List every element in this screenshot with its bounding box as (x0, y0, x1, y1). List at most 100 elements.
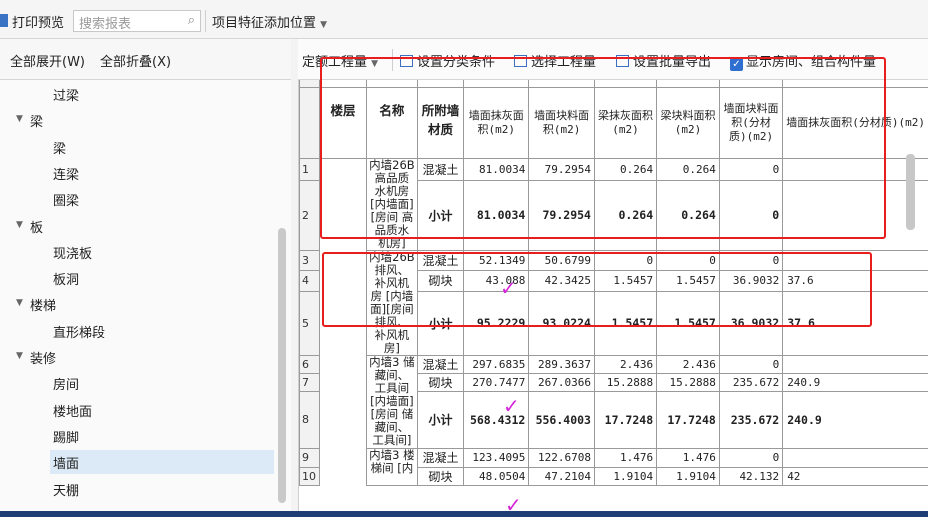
value-cell (782, 354, 928, 374)
value-cell: 240.9 (782, 372, 928, 392)
value-cell: 1.5457 (593, 270, 658, 292)
spacer-cell (463, 80, 530, 88)
table-row[interactable]: 6 内墙3 储藏间、工具间 [内墙面][房间 储藏间、工具间] 混凝土 297.683… (299, 354, 928, 449)
row-number: 5 (299, 290, 320, 356)
report-tree: 过梁 ▼ 梁梁连梁圈梁 ▼ 板现浇板板洞 ▼ 楼梯直形梯段 ▼ 装修房间楼地面踢脚墙面天棚 (0, 80, 291, 517)
tree-toolbar: 全部展开(W) 全部折叠(X) (0, 39, 291, 80)
table-row[interactable]: 9 内墙3 楼梯间 [内 混凝土 123.4095 122.6708 1.476 1.476… (299, 447, 928, 486)
wall-name-cell: 内墙26B 排风、补风机房 [内墙面][房间 排风、补风机房] (366, 249, 418, 356)
material-cell: 砌块 (416, 372, 465, 392)
value-cell: 0 (656, 249, 720, 272)
tree-item[interactable]: 圈梁 (53, 190, 79, 209)
expand-arrow-icon[interactable]: ▼ (16, 220, 23, 230)
tree-item[interactable]: 墙面 (53, 453, 79, 472)
value-cell: 79.2954 (528, 157, 595, 181)
search-placeholder: 搜索报表 (79, 17, 132, 32)
tree-item[interactable]: 房间 (53, 374, 79, 393)
tree-scrollbar[interactable] (278, 228, 286, 503)
value-cell: 52.1349 (463, 249, 530, 272)
value-cell: 289.3637 (528, 354, 595, 374)
table-row[interactable]: 3 内墙26B 排风、补风机房 [内墙面][房间 排风、补风机房] 混凝土 52.13… (299, 249, 928, 356)
quota-label: 定额工程量 (302, 55, 368, 70)
material-cell: 混凝土 (416, 354, 465, 374)
row-number: 4 (299, 270, 320, 292)
toolbar-divider (392, 49, 393, 71)
value-cell: 556.4003 (528, 390, 595, 449)
show-rooms-checkbox[interactable]: ✓ 显示房间、组合构件量 (730, 51, 876, 71)
value-cell: 0.264 (593, 179, 658, 251)
floor-cell (318, 250, 368, 355)
print-preview-icon[interactable] (0, 14, 8, 27)
taskbar (0, 511, 928, 517)
tree-item[interactable]: 楼梯 (30, 295, 56, 314)
tree-item[interactable]: 天棚 (53, 480, 79, 499)
checkmark-annotation: ✓ (500, 276, 517, 300)
tree-item[interactable]: 楼地面 (53, 401, 92, 420)
row-number: 1 (299, 157, 320, 181)
spacer-cell (416, 80, 465, 88)
spacer-cell (656, 80, 720, 88)
value-cell: 235.672 (718, 390, 784, 449)
row-number: 3 (299, 249, 320, 272)
value-cell (782, 249, 928, 272)
collapse-all-button[interactable]: 全部折叠(X) (100, 51, 171, 70)
select-quantity-label: 选择工程量 (531, 55, 597, 70)
tree-item[interactable]: 装修 (30, 348, 56, 367)
grid-scrollbar[interactable] (906, 154, 915, 230)
column-header[interactable]: 楼层 (318, 86, 368, 159)
subtotal-label: 小计 (416, 390, 465, 449)
value-cell: 17.7248 (656, 390, 720, 449)
tree-item[interactable]: 板洞 (53, 269, 79, 288)
wall-name-cell: 内墙3 楼梯间 [内 (366, 447, 418, 486)
set-category-button[interactable]: 设置分类条件 (400, 51, 495, 70)
column-header[interactable]: 梁块料面积(m2) (656, 86, 720, 159)
show-rooms-label: 显示房间、组合构件量 (746, 55, 877, 70)
top-toolbar: 打印预览 搜索报表 ⌕ 项目特征添加位置 ▼ (0, 0, 928, 39)
tree-selection (50, 450, 274, 475)
column-header[interactable]: 墙面块料面积(m2) (528, 86, 595, 159)
feature-position-dropdown[interactable]: 项目特征添加位置 ▼ (212, 12, 327, 31)
table-row[interactable]: 1 内墙26B 高品质水机房 [内墙面][房间 高品质水机房] 混凝土 81.0034… (299, 157, 928, 251)
batch-export-button[interactable]: 设置批量导出 (616, 51, 711, 70)
report-table: 楼层 名称 所附墙材质 墙面抹灰面积(m2) 墙面块料面积(m2) 梁抹灰面积(m2) 梁块… (299, 80, 928, 486)
material-cell: 混凝土 (416, 157, 465, 181)
column-header[interactable]: 墙面抹灰面积(分材质)(m2) (782, 86, 928, 159)
checkbox-checked-icon: ✓ (730, 58, 743, 71)
column-header[interactable]: 梁抹灰面积(m2) (593, 86, 658, 159)
search-icon[interactable]: ⌕ (188, 13, 195, 28)
expand-arrow-icon[interactable]: ▼ (16, 351, 23, 361)
subtotal-label: 小计 (416, 290, 465, 356)
expand-arrow-icon[interactable]: ▼ (16, 298, 23, 308)
column-header[interactable]: 墙面抹灰面积(m2) (463, 86, 530, 159)
quota-quantity-dropdown[interactable]: 定额工程量 ▼ (302, 51, 378, 70)
tree-item[interactable]: 直形梯段 (53, 322, 105, 341)
spacer-cell (593, 80, 658, 88)
column-header[interactable]: 所附墙材质 (416, 86, 465, 159)
column-header[interactable]: 墙面块料面积(分材质)(m2) (718, 86, 784, 159)
wall-name-cell: 内墙3 储藏间、工具间 [内墙面][房间 储藏间、工具间] (366, 354, 418, 449)
tree-item[interactable]: 梁 (30, 111, 43, 130)
value-cell (782, 447, 928, 468)
print-preview-button[interactable]: 打印预览 (12, 12, 64, 31)
value-cell: 81.0034 (463, 157, 530, 181)
value-cell: 2.436 (593, 354, 658, 374)
row-number: 9 (299, 447, 320, 468)
value-cell: 15.2888 (593, 372, 658, 392)
tree-item[interactable]: 踢脚 (53, 427, 79, 446)
value-cell: 42 (782, 466, 928, 486)
tree-item[interactable]: 过梁 (53, 85, 79, 104)
tree-item[interactable]: 现浇板 (53, 243, 92, 262)
expand-arrow-icon[interactable]: ▼ (16, 114, 23, 124)
select-quantity-button[interactable]: 选择工程量 (514, 51, 596, 70)
search-input[interactable]: 搜索报表 ⌕ (73, 10, 201, 32)
value-cell: 93.0224 (528, 290, 595, 356)
expand-all-button[interactable]: 全部展开(W) (10, 51, 85, 70)
column-header[interactable]: 名称 (366, 86, 418, 159)
value-cell: 270.7477 (463, 372, 530, 392)
tree-item[interactable]: 梁 (53, 138, 66, 157)
spacer-cell (718, 80, 784, 88)
spacer-cell (366, 80, 418, 88)
tree-item[interactable]: 板 (30, 217, 43, 236)
row-number: 6 (299, 354, 320, 374)
tree-item[interactable]: 连梁 (53, 164, 79, 183)
